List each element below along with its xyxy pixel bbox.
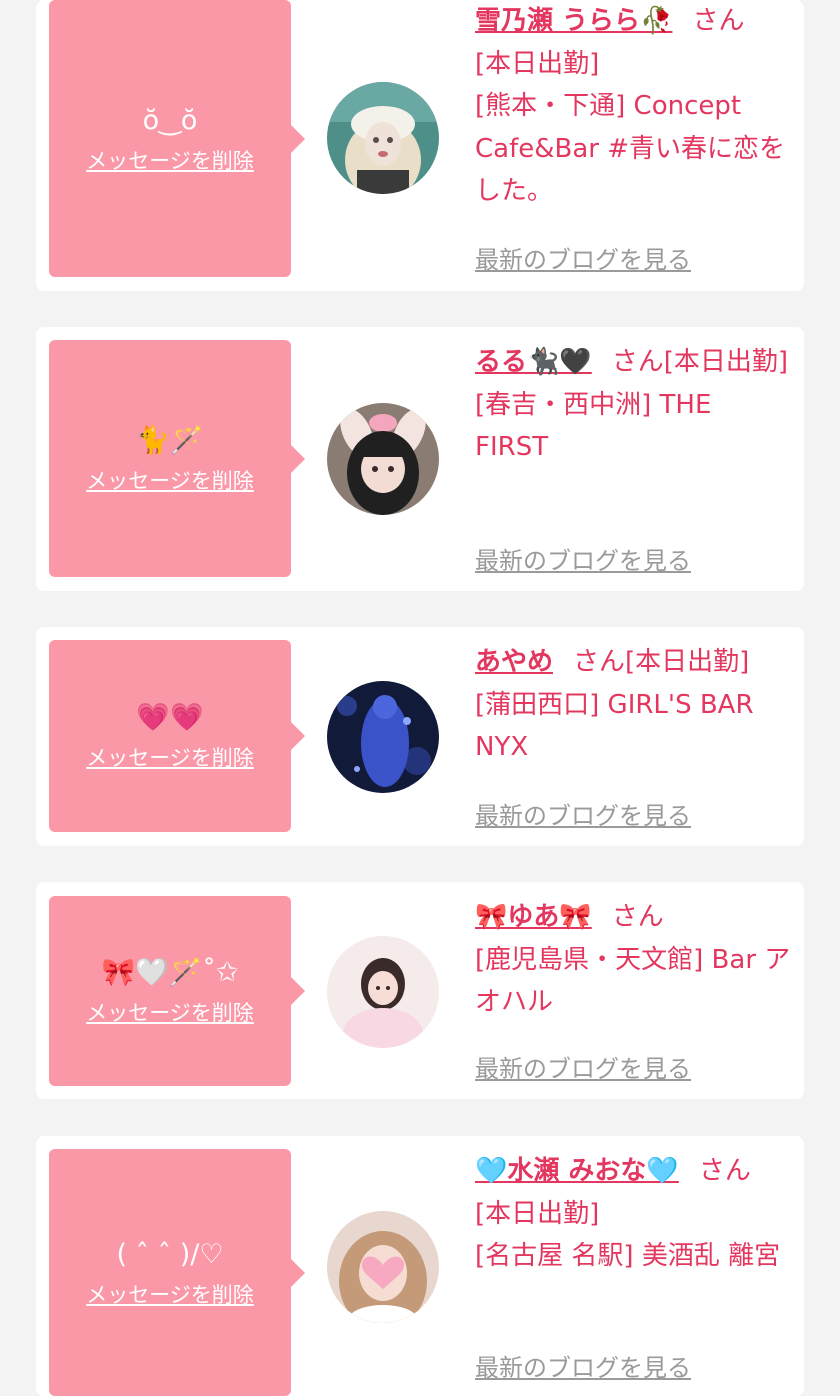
message-bubble: 💗💗 メッセージを削除 [49, 640, 305, 832]
message-text: 🐈🪄 [136, 424, 204, 456]
avatar[interactable] [327, 681, 439, 793]
avatar[interactable] [327, 936, 439, 1048]
message-card: ŏ‿ŏ メッセージを削除 雪乃瀬 うらら🥀 さん [本日出勤] [熊本・下通] C… [36, 0, 804, 291]
sender-info: 🩵水瀬 みおな🩵 さん [本日出勤] [名古屋 名駅] 美酒乱 離宮 [475, 1150, 791, 1278]
delete-message-link[interactable]: メッセージを削除 [86, 1279, 254, 1309]
delete-message-link[interactable]: メッセージを削除 [86, 742, 254, 772]
delete-message-link[interactable]: メッセージを削除 [86, 465, 254, 495]
message-card: 🐈🪄 メッセージを削除 るる🐈‍⬛🖤 さん[本日出勤] [春吉・西中洲] THE … [36, 327, 804, 591]
sender-name-link[interactable]: 🎀ゆあ🎀 [475, 902, 592, 932]
message-bubble: ŏ‿ŏ メッセージを削除 [49, 0, 305, 277]
store-text: [鹿児島県・天文館] Bar アオハル [475, 944, 791, 1018]
message-card: ( ˆ ˆ )/♡ メッセージを削除 🩵水瀬 みおな🩵 さん [本日出勤] [名古… [36, 1136, 804, 1396]
message-text: ŏ‿ŏ [142, 104, 198, 136]
avatar[interactable] [327, 82, 439, 194]
message-bubble: ( ˆ ˆ )/♡ メッセージを削除 [49, 1149, 305, 1396]
honorific: さん[本日出勤] [573, 647, 750, 677]
delete-message-link[interactable]: メッセージを削除 [86, 997, 254, 1027]
sender-name-link[interactable]: るる🐈‍⬛🖤 [475, 347, 592, 377]
sender-info: 雪乃瀬 うらら🥀 さん [本日出勤] [熊本・下通] Concept Cafe&B… [475, 0, 791, 213]
store-text: [名古屋 名駅] 美酒乱 離宮 [475, 1241, 781, 1271]
sender-name-link[interactable]: 🩵水瀬 みおな🩵 [475, 1156, 679, 1186]
message-text: ( ˆ ˆ )/♡ [116, 1238, 224, 1270]
sender-info: るる🐈‍⬛🖤 さん[本日出勤] [春吉・西中洲] THE FIRST [475, 341, 791, 469]
delete-message-link[interactable]: メッセージを削除 [86, 145, 254, 175]
message-card: 🎀🤍🪄˚✩ メッセージを削除 🎀ゆあ🎀 さん [鹿児島県・天文館] Bar アオハ… [36, 882, 804, 1099]
status-text: [本日出勤] [475, 1198, 600, 1229]
honorific: さん[本日出勤] [611, 347, 789, 377]
avatar[interactable] [327, 403, 439, 515]
sender-name-link[interactable]: 雪乃瀬 うらら🥀 [475, 6, 672, 36]
latest-blog-link[interactable]: 最新のブログを見る [475, 796, 691, 831]
latest-blog-link[interactable]: 最新のブログを見る [475, 240, 691, 275]
store-text: [蒲田西口] GIRL'S BAR NYX [475, 689, 754, 763]
sender-info: 🎀ゆあ🎀 さん [鹿児島県・天文館] Bar アオハル [475, 896, 791, 1024]
honorific: さん [698, 1156, 751, 1186]
sender-name-link[interactable]: あやめ [475, 647, 553, 677]
latest-blog-link[interactable]: 最新のブログを見る [475, 1348, 691, 1383]
message-text: 🎀🤍🪄˚✩ [101, 957, 239, 988]
status-text: [本日出勤] [475, 48, 600, 79]
message-text: 💗💗 [136, 702, 204, 733]
message-card: 💗💗 メッセージを削除 あやめ さん[本日出勤] [蒲田西口] GIRL'S BA… [36, 627, 804, 846]
honorific: さん [611, 902, 664, 932]
store-text: [熊本・下通] Concept Cafe&Bar #青い春に恋をした。 [475, 91, 786, 206]
sender-info: あやめ さん[本日出勤] [蒲田西口] GIRL'S BAR NYX [475, 641, 791, 769]
message-bubble: 🎀🤍🪄˚✩ メッセージを削除 [49, 896, 305, 1086]
latest-blog-link[interactable]: 最新のブログを見る [475, 1049, 691, 1084]
store-text: [春吉・西中洲] THE FIRST [475, 389, 712, 463]
avatar[interactable] [327, 1211, 439, 1323]
message-bubble: 🐈🪄 メッセージを削除 [49, 340, 305, 577]
honorific: さん [692, 6, 745, 36]
latest-blog-link[interactable]: 最新のブログを見る [475, 541, 691, 576]
